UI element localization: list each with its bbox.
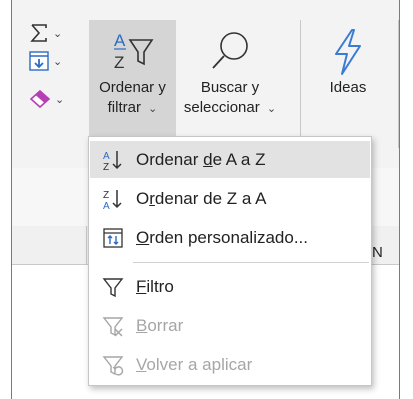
svg-text:A: A <box>114 31 126 50</box>
filter-icon <box>102 276 124 298</box>
ribbon-group-separator <box>398 20 399 148</box>
sort-za-icon: Z A <box>102 188 124 210</box>
menu-item-sort-az[interactable]: A Z Ordenar de A a Z <box>90 141 370 178</box>
chevron-down-icon: ⌄ <box>53 27 63 40</box>
menu-item-sort-za[interactable]: Z A Ordenar de Z a A <box>90 180 370 217</box>
menu-item-label: Filtro <box>136 276 174 296</box>
find-select-label-2: seleccionar <box>183 99 260 116</box>
grid-line <box>86 226 87 264</box>
lightning-icon <box>335 29 361 75</box>
sort-filter-label-2: filtrar <box>107 99 141 116</box>
chevron-down-icon: ⌄ <box>266 103 277 115</box>
svg-text:A: A <box>103 201 110 210</box>
ribbon-group-separator <box>300 20 301 148</box>
sort-filter-menu: A Z Ordenar de A a Z Z A Ordenar de Z a … <box>88 136 372 386</box>
magnifier-icon <box>212 32 248 69</box>
column-header-n[interactable]: N <box>372 244 383 261</box>
sort-az-icon: A Z <box>102 149 124 171</box>
find-select-label-1: Buscar y <box>200 79 260 96</box>
svg-text:Z: Z <box>114 53 124 72</box>
menu-item-reapply: Volver a aplicar <box>90 346 370 383</box>
chevron-down-icon: ⌄ <box>53 55 63 68</box>
find-select-button[interactable]: Buscar y seleccionar ⌄ <box>180 20 280 147</box>
clear-filter-icon <box>102 315 124 337</box>
sort-filter-label-1: Ordenar y <box>99 79 166 96</box>
clear-button[interactable]: ⌄ <box>28 88 64 110</box>
menu-item-label: Ordenar de A a Z <box>136 149 266 169</box>
svg-text:Z: Z <box>103 162 109 171</box>
sigma-icon <box>30 24 47 42</box>
reapply-filter-icon <box>102 354 124 376</box>
fill-button[interactable]: ⌄ <box>28 50 62 72</box>
sort-filter-button[interactable]: A Z Ordenar y filtrar ⌄ <box>89 20 176 147</box>
ideas-button[interactable]: Ideas <box>318 20 378 147</box>
menu-item-label: Volver a aplicar <box>136 354 253 374</box>
fill-down-icon <box>29 51 49 71</box>
custom-sort-icon <box>102 227 124 249</box>
menu-item-label: Orden personalizado... <box>136 227 309 247</box>
svg-text:Z: Z <box>103 190 109 201</box>
chevron-down-icon: ⌄ <box>148 103 158 115</box>
menu-item-label: Borrar <box>136 315 184 335</box>
ideas-label: Ideas <box>329 79 367 96</box>
autosum-button[interactable]: ⌄ <box>28 22 62 44</box>
svg-text:A: A <box>103 151 110 162</box>
menu-item-label: Ordenar de Z a A <box>136 188 267 208</box>
chevron-down-icon: ⌄ <box>55 93 65 106</box>
sort-filter-icon: A Z <box>113 31 153 72</box>
menu-item-custom-sort[interactable]: Orden personalizado... <box>90 219 370 256</box>
menu-separator <box>133 262 369 263</box>
eraser-icon <box>29 89 51 109</box>
menu-item-filter[interactable]: Filtro <box>90 268 370 305</box>
menu-item-clear-filter: Borrar <box>90 307 370 344</box>
